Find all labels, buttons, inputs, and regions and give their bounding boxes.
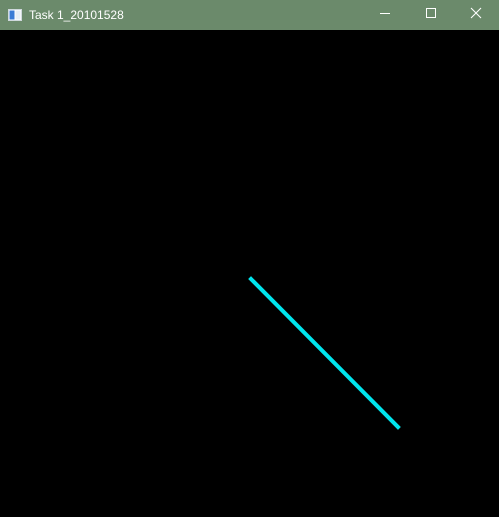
canvas-svg — [248, 276, 401, 430]
title-bar[interactable]: Task 1_20101528 — [0, 0, 499, 30]
window-title: Task 1_20101528 — [29, 8, 124, 22]
app-icon — [8, 8, 22, 21]
minimize-button[interactable] — [362, 0, 408, 30]
maximize-button[interactable] — [408, 0, 454, 30]
app-window: Task 1_20101528 — [0, 0, 499, 517]
minimize-icon — [379, 6, 391, 24]
drawing-canvas[interactable] — [0, 30, 499, 517]
drawn-line — [248, 276, 401, 430]
close-button[interactable] — [453, 0, 499, 30]
close-icon — [470, 6, 482, 24]
maximize-icon — [425, 6, 437, 24]
